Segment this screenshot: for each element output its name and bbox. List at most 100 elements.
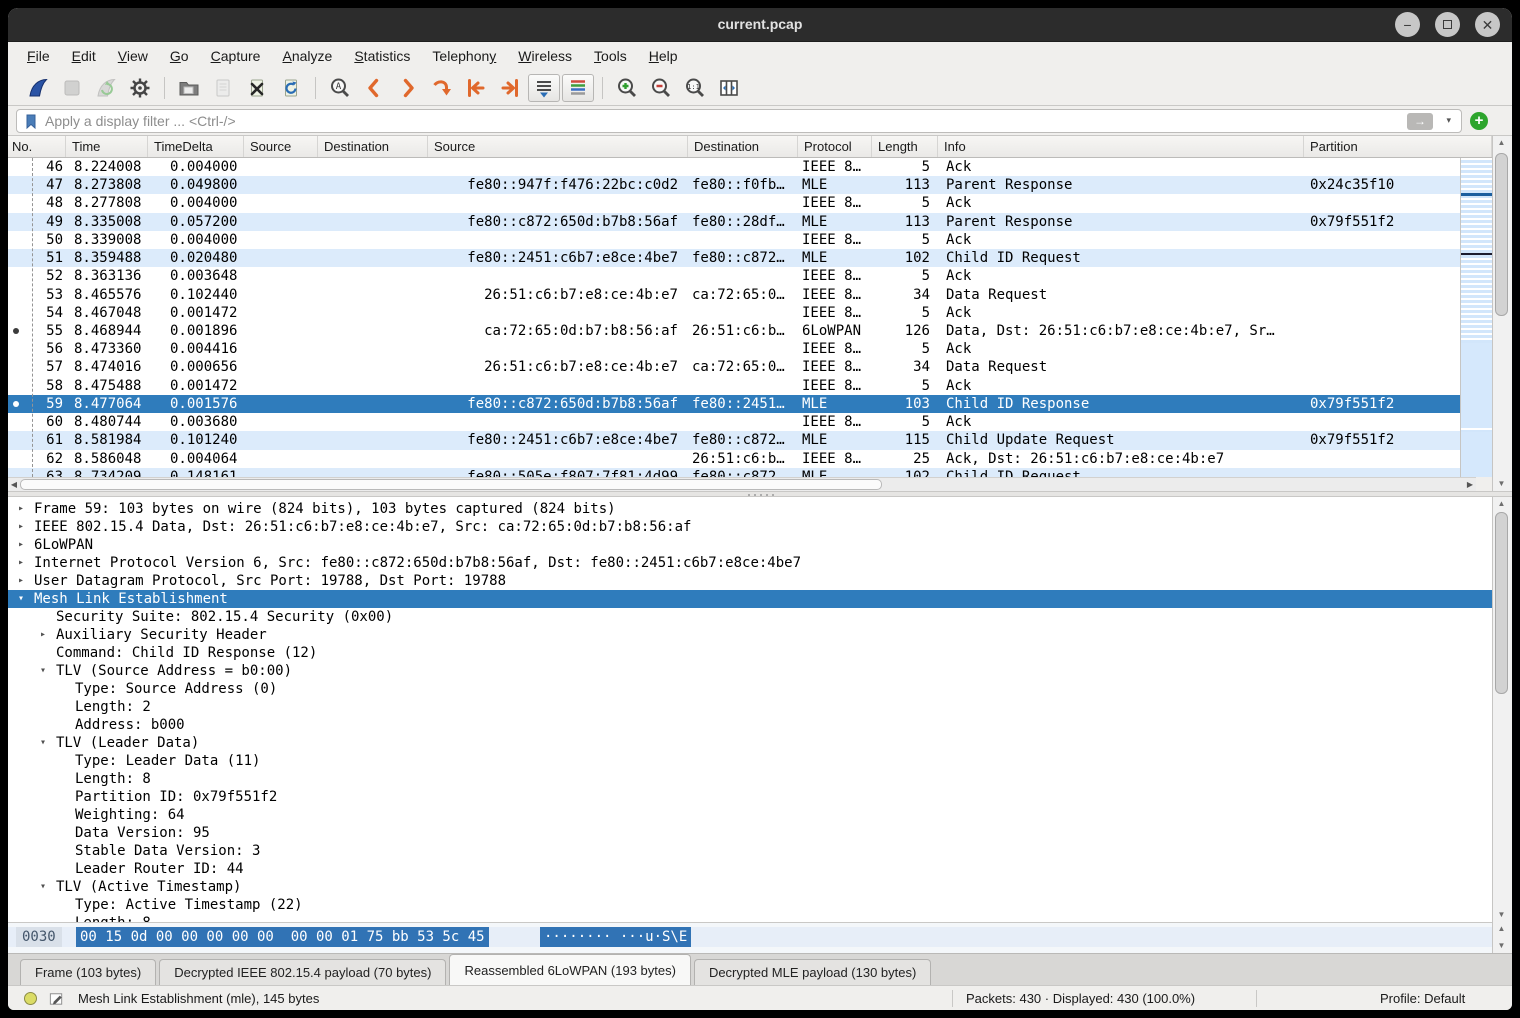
- expander-collapsed-icon[interactable]: ▸: [18, 572, 24, 590]
- expander-expanded-icon[interactable]: ▾: [40, 662, 46, 680]
- detail-line[interactable]: Type: Active Timestamp (22): [8, 896, 1492, 914]
- detail-line[interactable]: Command: Child ID Response (12): [8, 644, 1492, 662]
- packet-row-51[interactable]: 518.3594880.020480fe80::2451:c6b7:e8ce:4…: [8, 249, 1460, 267]
- colorize-button[interactable]: [562, 74, 594, 102]
- zoom-in-button[interactable]: [611, 74, 643, 102]
- scroll-down-icon[interactable]: ▼: [1493, 477, 1510, 491]
- detail-line[interactable]: Address: b000: [8, 716, 1492, 734]
- packet-row-46[interactable]: 468.2240080.004000IEEE 8…5Ack: [8, 158, 1460, 176]
- scroll-down-icon[interactable]: ▼: [1493, 939, 1510, 953]
- expander-collapsed-icon[interactable]: ▸: [18, 554, 24, 572]
- detail-line[interactable]: Type: Leader Data (11): [8, 752, 1492, 770]
- column-header-timedelta-2[interactable]: TimeDelta: [148, 136, 244, 157]
- packet-row-53[interactable]: 538.4655760.10244026:51:c6:b7:e8:ce:4b:e…: [8, 286, 1460, 304]
- zoom-original-button[interactable]: [679, 74, 711, 102]
- packet-row-56[interactable]: 568.4733600.004416IEEE 8…5Ack: [8, 340, 1460, 358]
- capture-start-button[interactable]: [22, 74, 54, 102]
- menu-analyze[interactable]: Analyze: [271, 45, 343, 67]
- packet-row-55[interactable]: 558.4689440.001896ca:72:65:0d:b7:b8:56:a…: [8, 322, 1460, 340]
- packet-row-48[interactable]: 488.2778080.004000IEEE 8…5Ack: [8, 194, 1460, 212]
- menu-capture[interactable]: Capture: [200, 45, 272, 67]
- capture-options-button[interactable]: [124, 74, 156, 102]
- packet-row-54[interactable]: 548.4670480.001472IEEE 8…5Ack: [8, 304, 1460, 322]
- reload-button[interactable]: [275, 74, 307, 102]
- file-open-button[interactable]: [173, 74, 205, 102]
- auto-scroll-button[interactable]: [528, 74, 560, 102]
- packet-row-62[interactable]: 628.5860480.00406426:51:c6:b…IEEE 8…25Ac…: [8, 450, 1460, 468]
- capture-restart-button[interactable]: [90, 74, 122, 102]
- go-last-button[interactable]: [494, 74, 526, 102]
- packet-list-minimap[interactable]: [1460, 158, 1492, 477]
- hex-ascii-selected[interactable]: ········ ···u·S\E: [540, 927, 691, 947]
- packet-row-59[interactable]: 598.4770640.001576fe80::c872:650d:b7b8:5…: [8, 395, 1460, 413]
- capture-comment-icon[interactable]: [48, 990, 65, 1007]
- expander-collapsed-icon[interactable]: ▸: [18, 518, 24, 536]
- go-to-packet-button[interactable]: [426, 74, 458, 102]
- packet-row-57[interactable]: 578.4740160.00065626:51:c6:b7:e8:ce:4b:e…: [8, 358, 1460, 376]
- scroll-left-icon[interactable]: ◀: [8, 478, 20, 491]
- packet-row-50[interactable]: 508.3390080.004000IEEE 8…5Ack: [8, 231, 1460, 249]
- go-forward-button[interactable]: [392, 74, 424, 102]
- bytes-vscrollbar[interactable]: ▲ ▼: [1492, 922, 1510, 953]
- packet-row-49[interactable]: 498.3350080.057200fe80::c872:650d:b7b8:5…: [8, 213, 1460, 231]
- scroll-down-icon[interactable]: ▼: [1493, 908, 1510, 922]
- packet-list-hscrollbar[interactable]: ◀ ▶: [8, 477, 1476, 491]
- detail-line[interactable]: Partition ID: 0x79f551f2: [8, 788, 1492, 806]
- detail-vscroll-thumb[interactable]: [1495, 512, 1508, 694]
- bytes-tab-3[interactable]: Decrypted MLE payload (130 bytes): [694, 959, 931, 985]
- close-button[interactable]: ✕: [1475, 12, 1500, 37]
- detail-line[interactable]: ▸Frame 59: 103 bytes on wire (824 bits),…: [8, 500, 1492, 518]
- detail-line[interactable]: Stable Data Version: 3: [8, 842, 1492, 860]
- packet-row-63[interactable]: 638.7342090.148161fe80::505e:f807:7f81:4…: [8, 468, 1460, 477]
- scroll-right-icon[interactable]: ▶: [1464, 478, 1476, 491]
- packet-row-60[interactable]: 608.4807440.003680IEEE 8…5Ack: [8, 413, 1460, 431]
- detail-line[interactable]: ▸6LoWPAN: [8, 536, 1492, 554]
- packet-bytes-pane[interactable]: 0030 00 15 0d 00 00 00 00 00 00 00 01 75…: [8, 922, 1492, 953]
- detail-line[interactable]: ▸User Datagram Protocol, Src Port: 19788…: [8, 572, 1492, 590]
- expert-info-icon[interactable]: [24, 992, 37, 1005]
- expander-expanded-icon[interactable]: ▾: [40, 878, 46, 896]
- detail-line[interactable]: ▾TLV (Leader Data): [8, 734, 1492, 752]
- detail-line[interactable]: ▸Internet Protocol Version 6, Src: fe80:…: [8, 554, 1492, 572]
- column-header-time-1[interactable]: Time: [66, 136, 148, 157]
- apply-filter-button[interactable]: →: [1407, 113, 1433, 130]
- detail-line[interactable]: ▸IEEE 802.15.4 Data, Dst: 26:51:c6:b7:e8…: [8, 518, 1492, 536]
- column-header-length-8[interactable]: Length: [872, 136, 938, 157]
- packet-row-61[interactable]: 618.5819840.101240fe80::2451:c6b7:e8ce:4…: [8, 431, 1460, 449]
- detail-line[interactable]: Leader Router ID: 44: [8, 860, 1492, 878]
- resize-columns-button[interactable]: [713, 74, 745, 102]
- column-header-source-5[interactable]: Source: [428, 136, 688, 157]
- find-packet-button[interactable]: [324, 74, 356, 102]
- display-filter-input[interactable]: [45, 111, 1375, 131]
- expander-collapsed-icon[interactable]: ▸: [18, 536, 24, 554]
- file-close-button[interactable]: [241, 74, 273, 102]
- column-header-info-9[interactable]: Info: [938, 136, 1304, 157]
- column-header-destination-4[interactable]: Destination: [318, 136, 428, 157]
- bytes-tab-0[interactable]: Frame (103 bytes): [20, 959, 156, 985]
- scroll-up-icon[interactable]: ▲: [1493, 497, 1510, 511]
- expander-collapsed-icon[interactable]: ▸: [40, 626, 46, 644]
- column-header-source-3[interactable]: Source: [244, 136, 318, 157]
- minimize-button[interactable]: −: [1395, 12, 1420, 37]
- detail-line[interactable]: Data Version: 95: [8, 824, 1492, 842]
- filter-dropdown-caret-icon[interactable]: ▾: [1446, 115, 1451, 126]
- packet-list-vscroll-thumb[interactable]: [1495, 153, 1508, 316]
- menu-view[interactable]: View: [107, 45, 159, 67]
- bookmark-icon[interactable]: [23, 113, 39, 130]
- detail-vscrollbar[interactable]: ▲ ▼: [1492, 497, 1510, 922]
- detail-line[interactable]: Security Suite: 802.15.4 Security (0x00): [8, 608, 1492, 626]
- expander-collapsed-icon[interactable]: ▸: [18, 500, 24, 518]
- menu-help[interactable]: Help: [638, 45, 689, 67]
- menu-file[interactable]: File: [16, 45, 61, 67]
- expander-expanded-icon[interactable]: ▾: [18, 590, 24, 608]
- menu-edit[interactable]: Edit: [61, 45, 107, 67]
- zoom-out-button[interactable]: [645, 74, 677, 102]
- menu-wireless[interactable]: Wireless: [507, 45, 583, 67]
- display-filter-box[interactable]: → ▾: [16, 109, 1462, 133]
- hex-bytes-selected[interactable]: 00 15 0d 00 00 00 00 00 00 00 01 75 bb 5…: [76, 927, 489, 947]
- add-filter-button[interactable]: +: [1470, 112, 1488, 130]
- packet-row-52[interactable]: 528.3631360.003648IEEE 8…5Ack: [8, 267, 1460, 285]
- menu-telephony[interactable]: Telephony: [421, 45, 507, 67]
- detail-line[interactable]: ▾TLV (Active Timestamp): [8, 878, 1492, 896]
- bytes-tab-1[interactable]: Decrypted IEEE 802.15.4 payload (70 byte…: [159, 959, 446, 985]
